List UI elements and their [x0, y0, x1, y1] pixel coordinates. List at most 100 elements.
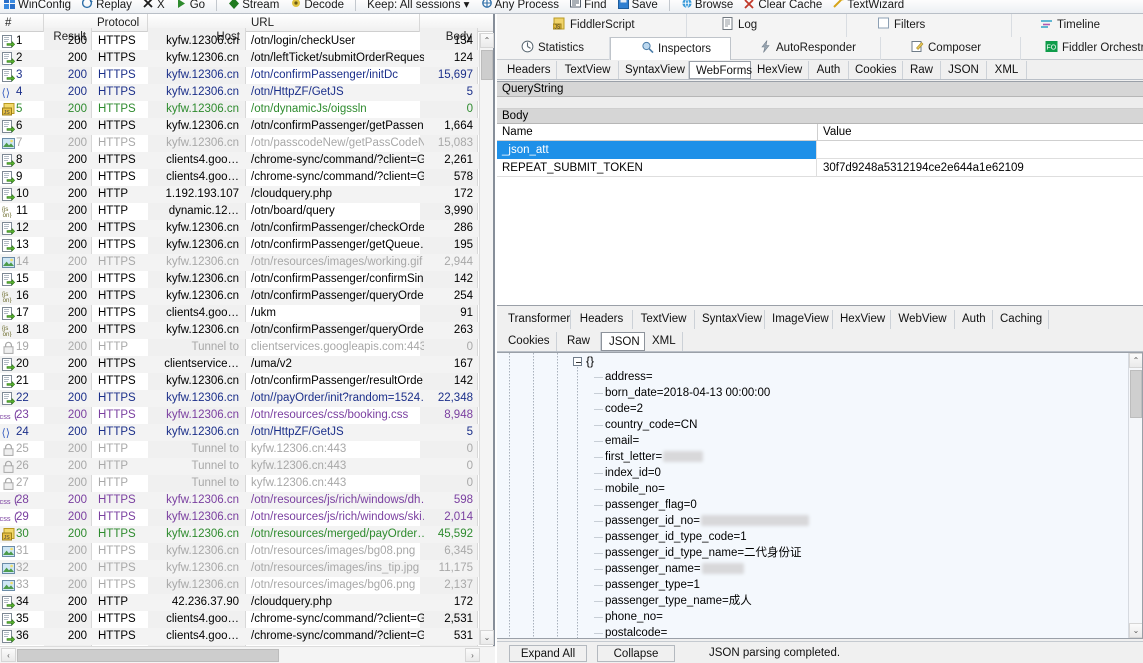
json-scroll-thumb[interactable]: [1130, 370, 1142, 418]
toolbar-replay-button[interactable]: Replay: [78, 0, 136, 11]
toolbar-go-button[interactable]: Go: [172, 0, 209, 11]
ribbon-row-bottom[interactable]: Statistics Inspectors AutoResponder Comp…: [497, 37, 1143, 60]
json-tree-node[interactable]: born_date=2018-04-13 00:00:00: [497, 385, 1129, 401]
request-tab-textview[interactable]: TextView: [557, 61, 619, 79]
request-tab-hexview[interactable]: HexView: [751, 61, 809, 79]
h-scroll-thumb[interactable]: [17, 649, 279, 662]
scroll-down-button[interactable]: ⌄: [480, 630, 494, 645]
json-tree-node[interactable]: passenger_type_name=成人: [497, 593, 1129, 609]
table-row[interactable]: 34 200 HTTP 42.236.37.90/cloudquery.php 172: [0, 594, 481, 611]
column-header-url[interactable]: URL: [246, 14, 420, 32]
column-header-id[interactable]: #: [0, 14, 44, 32]
table-row[interactable]: 26 200 HTTP Tunnel to kyfw.12306.cn:443 0: [0, 458, 481, 475]
response-tab-webview[interactable]: WebView: [891, 310, 955, 329]
table-row[interactable]: 21 200 HTTPS kyfw.12306.cn/otn/confirmPasse…: [0, 373, 481, 390]
request-tab-syntaxview[interactable]: SyntaxView: [619, 61, 689, 79]
json-response-viewer[interactable]: {} address= born_date=2018-04-13 00:00:00…: [497, 352, 1143, 639]
json-tree-node[interactable]: index_id=0: [497, 465, 1129, 481]
response-tabs-row-1[interactable]: Transformer Headers TextView SyntaxView Imag…: [497, 308, 1143, 330]
table-row[interactable]: 15 200 HTTPS kyfw.12306.cn/otn/confirmPasse…: [0, 271, 481, 288]
webforms-row[interactable]: _json_att: [497, 141, 1143, 159]
table-row[interactable]: 7 200 HTTPS kyfw.12306.cn/otn/passcodeNew/g…: [0, 135, 481, 152]
tab-autoresponder[interactable]: AutoResponder: [731, 37, 881, 60]
toolbar-keep-dropdown[interactable]: Keep: All sessions ▾: [363, 0, 473, 11]
response-tab-json[interactable]: JSON: [601, 332, 645, 351]
request-tab-webforms[interactable]: WebForms: [689, 61, 752, 79]
response-tab-syntaxview[interactable]: SyntaxView: [695, 310, 765, 329]
table-row[interactable]: css 29 200 HTTPS kyfw.12306.cn/otn/resources…: [0, 509, 481, 526]
table-row[interactable]: 3 200 HTTPS kyfw.12306.cn/otn/confirmPassen…: [0, 67, 481, 84]
request-tab-cookies[interactable]: Cookies: [849, 61, 903, 79]
table-row[interactable]: 13 200 HTTPS kyfw.12306.cn/otn/confirmPasse…: [0, 237, 481, 254]
table-row[interactable]: 1 200 HTTPS kyfw.12306.cn/otn/login/checkUs…: [0, 33, 481, 50]
table-row[interactable]: 25 200 HTTP Tunnel to kyfw.12306.cn:443 0: [0, 441, 481, 458]
collapse-button[interactable]: Collapse: [597, 645, 675, 662]
tab-filters[interactable]: Filters: [847, 14, 1012, 37]
json-tree-node[interactable]: address=: [497, 369, 1129, 385]
toolbar-stream-button[interactable]: Stream: [224, 0, 283, 11]
ribbon-row-top[interactable]: JS FiddlerScript Log Filters Timeline: [497, 14, 1143, 37]
scroll-right-button[interactable]: ›: [465, 648, 480, 662]
collapse-toggle-icon[interactable]: [573, 357, 582, 366]
table-row[interactable]: 27 200 HTTP Tunnel to kyfw.12306.cn:443 0: [0, 475, 481, 492]
tab-inspectors[interactable]: Inspectors: [610, 37, 731, 60]
json-tree-node[interactable]: code=2: [497, 401, 1129, 417]
request-tab-xml[interactable]: XML: [987, 61, 1027, 79]
session-rows-container[interactable]: 1 200 HTTPS kyfw.12306.cn/otn/login/checkUs…: [0, 33, 481, 645]
table-row[interactable]: JS 5 200 HTTPS kyfw.12306.cn/otn/dynamicJs/o…: [0, 101, 481, 118]
json-tree[interactable]: {} address= born_date=2018-04-13 00:00:00…: [497, 353, 1129, 638]
table-row[interactable]: 22 200 HTTPS kyfw.12306.cn/otn//payOrder/in…: [0, 390, 481, 407]
json-scroll-down-button[interactable]: ⌄: [1129, 623, 1142, 638]
json-tree-node[interactable]: passenger_id_no=: [497, 513, 1129, 529]
table-row[interactable]: 32 200 HTTPS kyfw.12306.cn/otn/resources/im…: [0, 560, 481, 577]
webforms-col-value[interactable]: Value: [818, 124, 1143, 141]
table-row[interactable]: 31 200 HTTPS kyfw.12306.cn/otn/resources/im…: [0, 543, 481, 560]
json-tree-node[interactable]: email=: [497, 433, 1129, 449]
table-row[interactable]: 6 200 HTTPS kyfw.12306.cn/otn/confirmPassen…: [0, 118, 481, 135]
fiddler-tab-ribbon[interactable]: JS FiddlerScript Log Filters Timeline St…: [497, 14, 1143, 60]
toolbar-winconfig-button[interactable]: WinConfig: [0, 0, 75, 11]
toolbar-decode-button[interactable]: Decode: [286, 0, 348, 11]
response-inspector-tabs[interactable]: Transformer Headers TextView SyntaxView Imag…: [497, 308, 1143, 352]
request-inspector-tabs[interactable]: Headers TextView SyntaxView WebForms HexView…: [497, 60, 1143, 80]
json-tree-node[interactable]: passenger_id_type_name=二代身份证: [497, 545, 1129, 561]
main-toolbar[interactable]: WinConfig Replay X Go Stream Decode Keep…: [0, 0, 1143, 14]
toolbar-clearcache-button[interactable]: Clear Cache: [740, 0, 826, 11]
webforms-col-name[interactable]: Name: [497, 124, 818, 141]
json-tree-node[interactable]: first_letter=: [497, 449, 1129, 465]
toolbar-textwizard-button[interactable]: TextWizard: [829, 0, 908, 11]
table-row[interactable]: {js on} 11 200 HTTP dynamic.12…/otn/board/que…: [0, 203, 481, 220]
tab-fiddlerscript[interactable]: JS FiddlerScript: [497, 14, 687, 37]
table-row[interactable]: 20 200 HTTPS clientservice…/uma/v2 167: [0, 356, 481, 373]
json-tree-node[interactable]: passenger_flag=0: [497, 497, 1129, 513]
json-tree-node[interactable]: passenger_id_type_code=1: [497, 529, 1129, 545]
table-row[interactable]: css 28 200 HTTPS kyfw.12306.cn/otn/resources…: [0, 492, 481, 509]
json-tree-node[interactable]: passenger_name=: [497, 561, 1129, 577]
tab-timeline[interactable]: Timeline: [1012, 14, 1143, 37]
toolbar-save-button[interactable]: Save: [614, 0, 662, 11]
json-tree-node[interactable]: postalcode=: [497, 625, 1129, 638]
table-row[interactable]: 19 200 HTTP Tunnel to clientservices.googlea…: [0, 339, 481, 356]
response-tab-textview[interactable]: TextView: [633, 310, 695, 329]
sessions-horizontal-scrollbar[interactable]: ‹ ›: [0, 646, 495, 663]
tab-fiddler-orchestra[interactable]: FO Fiddler Orchestra Beta: [1021, 37, 1143, 60]
response-tab-raw[interactable]: Raw: [557, 332, 601, 351]
table-row[interactable]: 10 200 HTTP 1.192.193.107/cloudquery.php 172: [0, 186, 481, 203]
json-tree-node[interactable]: country_code=CN: [497, 417, 1129, 433]
response-tab-caching[interactable]: Caching: [993, 310, 1049, 329]
toolbar-browse-button[interactable]: Browse: [677, 0, 737, 11]
request-tab-headers[interactable]: Headers: [501, 61, 557, 79]
table-row[interactable]: 2 200 HTTPS kyfw.12306.cn/otn/leftTicket/su…: [0, 50, 481, 67]
json-leaf-container[interactable]: address= born_date=2018-04-13 00:00:00 cod…: [497, 369, 1129, 638]
response-tab-xml[interactable]: XML: [645, 332, 683, 351]
session-list-panel[interactable]: # Result Protocol Host URL Body 1 200 HTTP…: [0, 14, 495, 663]
table-row[interactable]: 35 200 HTTPS clients4.goo…/chrome-sync/comm…: [0, 611, 481, 628]
table-row[interactable]: ⟨⟩ 24 200 HTTPS kyfw.12306.cn/otn/HttpZF/Get…: [0, 424, 481, 441]
table-row[interactable]: css 23 200 HTTPS kyfw.12306.cn/otn/resources…: [0, 407, 481, 424]
tab-log[interactable]: Log: [687, 14, 847, 37]
response-tab-imageview[interactable]: ImageView: [765, 310, 833, 329]
json-vertical-scrollbar[interactable]: ⌃ ⌄: [1128, 353, 1142, 638]
request-tab-raw[interactable]: Raw: [903, 61, 941, 79]
json-tree-node[interactable]: phone_no=: [497, 609, 1129, 625]
webforms-rows-container[interactable]: _json_att REPEAT_SUBMIT_TOKEN 30f7d9248a53…: [497, 141, 1143, 177]
